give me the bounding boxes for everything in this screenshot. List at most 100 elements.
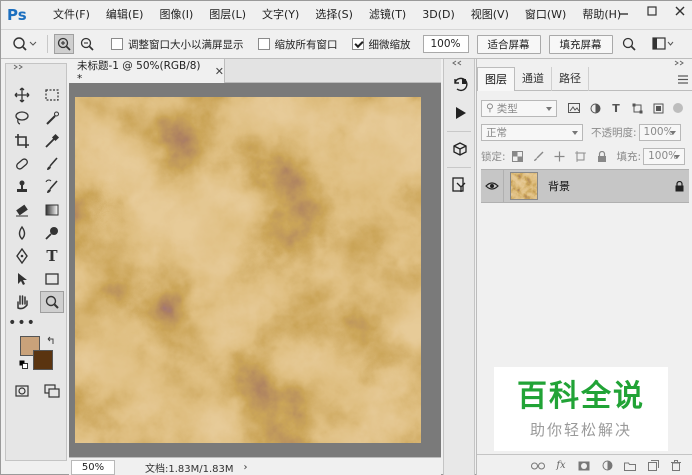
tool-preset-picker[interactable] xyxy=(7,34,41,54)
tab-paths[interactable]: 路径 xyxy=(552,67,589,91)
eyedropper-tool-icon[interactable] xyxy=(40,130,64,152)
add-layer-mask-icon[interactable] xyxy=(577,459,591,473)
3d-panel-icon[interactable] xyxy=(448,137,472,161)
maximize-icon[interactable] xyxy=(645,4,659,18)
menu-layer[interactable]: 图层(L) xyxy=(201,1,254,29)
hand-tool-icon[interactable] xyxy=(10,291,34,313)
dodge-tool-icon[interactable] xyxy=(40,222,64,244)
fill-field[interactable]: 100% xyxy=(643,147,686,165)
zoom-all-windows-checkbox[interactable] xyxy=(257,38,270,50)
photoshop-window: Ps 文件(F) 编辑(E) 图像(I) 图层(L) 文字(Y) 选择(S) 滤… xyxy=(0,0,692,475)
menu-select[interactable]: 选择(S) xyxy=(307,1,361,29)
history-panel-icon[interactable] xyxy=(448,73,472,97)
healing-brush-tool-icon[interactable] xyxy=(10,153,34,175)
menu-image[interactable]: 图像(I) xyxy=(151,1,201,29)
document-tab[interactable]: 未标题-1 @ 50%(RGB/8) * ✕ xyxy=(69,59,225,85)
lasso-tool-icon[interactable] xyxy=(10,107,34,129)
zoom-level-field[interactable]: 50% xyxy=(71,459,115,475)
eraser-tool-icon[interactable] xyxy=(10,199,34,221)
type-tool-icon[interactable]: T xyxy=(40,245,64,267)
move-tool-icon[interactable] xyxy=(10,84,34,106)
layer-effects-icon[interactable]: fx xyxy=(554,459,568,473)
filter-kind-label: 类型 xyxy=(496,102,518,115)
zoom-in-button[interactable] xyxy=(54,34,74,54)
filter-adjustment-icon[interactable] xyxy=(588,101,602,115)
layer-row[interactable]: 背景 xyxy=(481,169,689,203)
zoom-all-windows-label: 缩放所有窗口 xyxy=(274,38,338,51)
lock-position-icon[interactable] xyxy=(553,149,567,163)
menu-view[interactable]: 视图(V) xyxy=(463,1,517,29)
scrubby-zoom-checkbox[interactable] xyxy=(351,38,364,50)
close-tab-icon[interactable]: ✕ xyxy=(215,65,224,78)
gradient-tool-icon[interactable] xyxy=(40,199,64,221)
opacity-field[interactable]: 100% xyxy=(638,123,681,141)
opacity-label: 不透明度: xyxy=(591,126,637,139)
delete-layer-icon[interactable] xyxy=(669,459,683,473)
swap-colors-icon[interactable] xyxy=(46,336,56,346)
menu-type[interactable]: 文字(Y) xyxy=(254,1,307,29)
layer-filter-kind-select[interactable]: ⚲ 类型 xyxy=(481,99,557,117)
lock-all-icon[interactable] xyxy=(595,149,609,163)
default-colors-icon[interactable] xyxy=(19,359,28,369)
filter-pixel-icon[interactable] xyxy=(567,101,581,115)
scrubby-zoom-label: 细微缩放 xyxy=(368,38,411,51)
canvas-image[interactable] xyxy=(75,97,421,443)
pen-tool-icon[interactable] xyxy=(10,245,34,267)
status-menu-arrow-icon[interactable]: › xyxy=(244,462,248,473)
filter-toggle-icon[interactable] xyxy=(673,103,683,113)
new-group-icon[interactable] xyxy=(623,459,637,473)
tab-layers[interactable]: 图层 xyxy=(477,67,515,91)
new-layer-icon[interactable] xyxy=(646,459,660,473)
toolbox-grip[interactable] xyxy=(10,63,64,71)
fit-screen-button[interactable]: 适合屏幕 xyxy=(476,34,541,54)
layer-name[interactable]: 背景 xyxy=(548,178,570,194)
rectangle-tool-icon[interactable] xyxy=(40,268,64,290)
properties-panel-icon[interactable] xyxy=(448,173,472,197)
workspace-icon xyxy=(651,37,673,50)
minimize-icon[interactable] xyxy=(617,4,631,18)
quick-mask-icon[interactable] xyxy=(10,380,34,402)
path-selection-tool-icon[interactable] xyxy=(10,268,34,290)
fill-screen-button[interactable]: 填充屏幕 xyxy=(548,34,613,54)
more-tools-icon[interactable]: ••• xyxy=(8,312,35,334)
quick-selection-tool-icon[interactable] xyxy=(40,107,64,129)
background-color-swatch[interactable] xyxy=(33,350,53,370)
layer-visibility-eye-icon[interactable] xyxy=(481,181,503,191)
menu-filter[interactable]: 滤镜(T) xyxy=(361,1,414,29)
lock-artboard-icon[interactable] xyxy=(574,149,588,163)
strip-collapse-icon[interactable] xyxy=(444,59,474,67)
history-brush-tool-icon[interactable] xyxy=(40,176,64,198)
menu-window[interactable]: 窗口(W) xyxy=(517,1,574,29)
zoom-out-button[interactable] xyxy=(77,34,97,54)
screen-mode-icon[interactable] xyxy=(40,380,64,402)
link-layers-icon[interactable] xyxy=(531,459,545,473)
blur-tool-icon[interactable] xyxy=(10,222,34,244)
close-icon[interactable] xyxy=(673,4,687,18)
actions-panel-icon[interactable] xyxy=(448,101,472,125)
menu-edit[interactable]: 编辑(E) xyxy=(98,1,152,29)
workspace-switcher[interactable] xyxy=(651,34,675,54)
search-button[interactable] xyxy=(619,34,639,54)
adjustment-layer-icon[interactable] xyxy=(600,459,614,473)
document-status-bar: 50% 文档:1.83M/1.83M › xyxy=(69,457,441,475)
zoom-tool-icon[interactable] xyxy=(40,291,64,313)
panel-dock-collapse-icon[interactable] xyxy=(477,59,692,67)
filter-search-icon: ⚲ xyxy=(486,102,494,114)
lock-image-pixels-icon[interactable] xyxy=(532,149,546,163)
filter-shape-icon[interactable] xyxy=(630,101,644,115)
filter-smart-object-icon[interactable] xyxy=(651,101,665,115)
menu-file[interactable]: 文件(F) xyxy=(45,1,98,29)
resize-windows-checkbox[interactable] xyxy=(111,38,123,50)
crop-tool-icon[interactable] xyxy=(10,130,34,152)
document-tab-bar: 未标题-1 @ 50%(RGB/8) * ✕ xyxy=(69,59,441,85)
zoom-value-field[interactable]: 100% xyxy=(422,35,469,53)
tab-channels[interactable]: 通道 xyxy=(515,67,552,91)
clone-stamp-tool-icon[interactable] xyxy=(10,176,34,198)
menu-3d[interactable]: 3D(D) xyxy=(414,1,463,29)
lock-transparent-pixels-icon[interactable] xyxy=(511,149,525,163)
panel-menu-icon[interactable] xyxy=(673,67,692,91)
marquee-tool-icon[interactable] xyxy=(40,84,64,106)
blend-mode-select[interactable]: 正常 xyxy=(481,123,583,141)
filter-type-icon[interactable]: T xyxy=(609,101,623,115)
brush-tool-icon[interactable] xyxy=(40,153,64,175)
